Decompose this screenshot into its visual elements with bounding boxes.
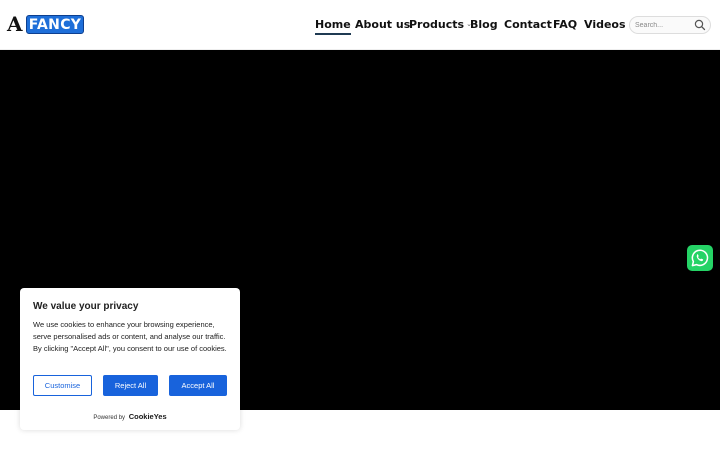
- search-box: [629, 16, 711, 34]
- nav-about-us[interactable]: About us: [355, 18, 410, 34]
- nav-products[interactable]: Products ⌄: [409, 18, 472, 34]
- logo-name: FANCY: [28, 17, 82, 33]
- site-header: A FANCY Home About us Products ⌄ Blog Con…: [0, 0, 720, 50]
- cookieyes-logo[interactable]: CookieYes: [129, 412, 167, 421]
- nav-blog[interactable]: Blog: [470, 18, 498, 34]
- accept-all-button[interactable]: Accept All: [169, 375, 227, 396]
- logo-letter: A: [7, 12, 23, 36]
- site-logo[interactable]: A FANCY: [7, 12, 84, 36]
- powered-by: Powered by CookieYes: [20, 412, 240, 421]
- search-input[interactable]: [630, 17, 694, 33]
- nav-faq[interactable]: FAQ: [553, 18, 577, 34]
- nav-home[interactable]: Home: [315, 18, 351, 35]
- nav-products-label: Products: [409, 18, 465, 31]
- powered-by-label: Powered by: [93, 415, 126, 421]
- cookie-consent-banner: We value your privacy We use cookies to …: [20, 288, 240, 430]
- nav-videos[interactable]: Videos: [584, 18, 626, 34]
- whatsapp-icon: [691, 249, 709, 267]
- customise-button[interactable]: Customise: [33, 375, 92, 396]
- cookie-title: We value your privacy: [33, 301, 139, 312]
- search-icon[interactable]: [694, 19, 706, 31]
- reject-all-button[interactable]: Reject All: [103, 375, 158, 396]
- cookie-description: We use cookies to enhance your browsing …: [33, 320, 227, 353]
- nav-contact[interactable]: Contact: [504, 18, 552, 34]
- logo-badge: FANCY: [26, 15, 84, 34]
- whatsapp-button[interactable]: [687, 245, 713, 271]
